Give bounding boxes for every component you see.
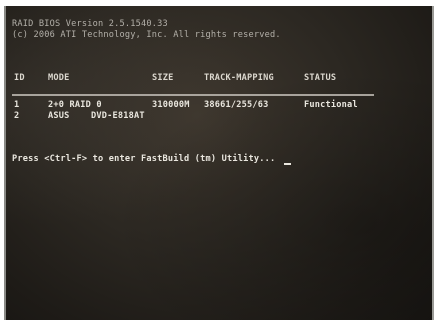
bios-copyright-line: (c) 2006 ATI Technology, Inc. All rights…	[12, 30, 281, 40]
col-header-track-mapping: TRACK-MAPPING	[204, 73, 274, 83]
row-id: 1	[14, 100, 20, 110]
row-size: 310000M	[152, 100, 190, 110]
col-header-status: STATUS	[304, 73, 337, 83]
col-header-id: ID	[14, 73, 25, 83]
col-header-size: SIZE	[152, 73, 174, 83]
row-mode: ASUS DVD-E818AT	[48, 111, 145, 121]
bios-version-line: RAID BIOS Version 2.5.1540.33	[12, 19, 168, 29]
fastbuild-prompt: Press <Ctrl-F> to enter FastBuild (tm) U…	[12, 154, 276, 164]
col-header-mode: MODE	[48, 73, 70, 83]
row-track-mapping: 38661/255/63	[204, 100, 269, 110]
row-id: 2	[14, 111, 20, 121]
header-divider	[12, 94, 374, 96]
text-cursor	[284, 163, 291, 165]
row-status: Functional	[304, 100, 358, 110]
bios-screen: RAID BIOS Version 2.5.1540.33 (c) 2006 A…	[4, 6, 434, 320]
row-mode: 2+0 RAID 0	[48, 100, 102, 110]
